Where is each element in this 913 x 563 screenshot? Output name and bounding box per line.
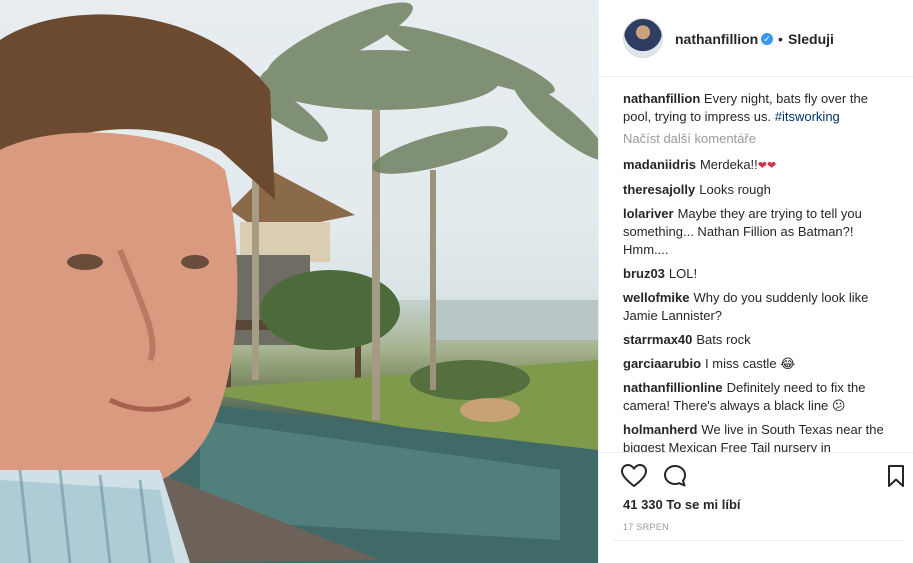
comment-text: Looks rough [699,182,771,197]
comment-item: madaniidris Merdeka!!❤❤ [623,156,893,175]
comments-list[interactable]: nathanfillion Every night, bats fly over… [623,90,893,452]
comment-username[interactable]: garciaarubio [623,356,701,371]
comment-icon[interactable] [663,464,687,493]
heart-icon[interactable] [620,463,648,493]
likes-count[interactable]: 41 330 To se mi líbí [623,497,741,512]
avatar[interactable] [623,18,663,58]
photo-scene [0,0,598,563]
follow-button[interactable]: Sleduji [788,31,834,47]
caption-username[interactable]: nathanfillion [623,91,700,106]
comment-item: lolariver Maybe they are trying to tell y… [623,205,893,259]
caption-hashtag[interactable]: #itsworking [775,109,840,124]
verified-badge-icon: ✓ [761,33,773,45]
comment-username[interactable]: wellofmike [623,290,689,305]
load-more-comments-link[interactable]: Načíst další komentáře [623,130,893,148]
comment-item: theresajolly Looks rough [623,181,893,199]
laughing-emoji-icon: 😂 [780,356,796,371]
comment-username[interactable]: nathanfillionline [623,380,723,395]
comment-item: holmanherd We live in South Texas near th… [623,421,893,452]
comment-username[interactable]: starrmax40 [623,332,692,347]
comment-username[interactable]: madaniidris [623,157,696,172]
comment-username[interactable]: lolariver [623,206,674,221]
divider [613,540,905,541]
post-photo[interactable] [0,0,598,563]
confused-emoji-icon: 😕 [831,398,846,413]
post-caption: nathanfillion Every night, bats fly over… [623,90,893,126]
comment-item: starrmax40 Bats rock [623,331,893,349]
header-separator: • [778,31,783,47]
comment-username[interactable]: bruz03 [623,266,665,281]
comment-item: garciaarubio I miss castle 😂 [623,355,893,373]
post-header: nathanfillion ✓ • Sleduji [599,0,913,77]
hearts-emoji-icon: ❤❤ [757,160,777,172]
comment-item: nathanfillionline Definitely need to fix … [623,379,893,415]
post-side-panel: nathanfillion ✓ • Sleduji nathanfillion … [598,0,913,563]
header-username[interactable]: nathanfillion [675,31,758,47]
bookmark-icon[interactable] [887,464,905,493]
action-bar [599,452,913,500]
comment-text: Bats rock [696,332,751,347]
comment-item: wellofmike Why do you suddenly look like … [623,289,893,325]
comment-text: Merdeka!! [699,157,758,172]
post-date[interactable]: 17 SRPEN [623,522,669,532]
comment-text: I miss castle [705,356,777,371]
comment-item: bruz03 LOL! [623,265,893,283]
comment-username[interactable]: holmanherd [623,422,697,437]
comment-text: LOL! [668,266,698,281]
comment-username[interactable]: theresajolly [623,182,695,197]
